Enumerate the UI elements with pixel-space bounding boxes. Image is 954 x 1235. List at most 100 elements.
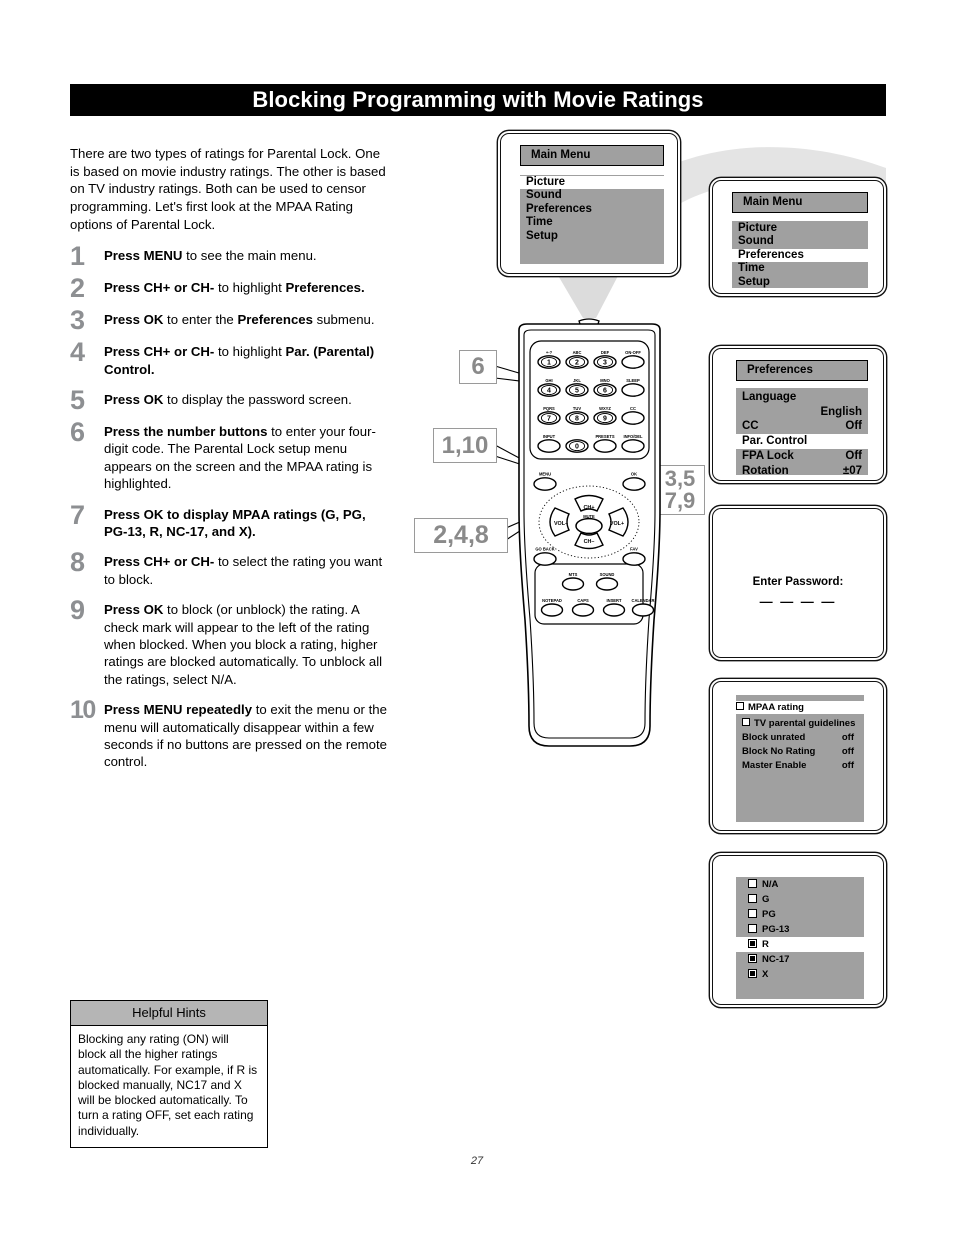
checkbox-checked-icon[interactable]: [748, 954, 757, 963]
osd-preference-row[interactable]: Language: [736, 390, 868, 405]
osd-rating-row[interactable]: PG: [736, 907, 864, 922]
osd-menu-item[interactable]: Sound: [520, 189, 664, 202]
remote-key-sound[interactable]: SOUND: [595, 572, 619, 591]
step-number: 10: [70, 696, 96, 725]
osd-rating-label: PG: [762, 909, 776, 920]
osd-mpaa-label-text: Master Enable: [742, 760, 807, 771]
manual-page: Blocking Programming with Movie Ratings …: [0, 0, 954, 1235]
osd-preference-row[interactable]: Par. Control: [736, 434, 868, 449]
osd-mpaa-row[interactable]: Block unrated off: [736, 731, 864, 745]
osd-rating-row[interactable]: X: [736, 967, 864, 982]
remote-key-notepad[interactable]: NOTEPAD: [540, 598, 564, 617]
osd-preference-row[interactable]: FPA Lock Off: [736, 449, 868, 464]
osd-preference-row[interactable]: CC Off: [736, 419, 868, 434]
tv-screen-ratings-list: N/A G PG PG-13 R NC-17 X: [712, 855, 884, 1005]
checkbox-icon[interactable]: [748, 924, 757, 933]
checkbox-checked-icon[interactable]: [748, 969, 757, 978]
step-item: 9 Press OK to block (or unblock) the rati…: [70, 595, 460, 688]
osd-rating-label: X: [762, 969, 769, 980]
osd-rating-row[interactable]: NC-17: [736, 952, 864, 967]
remote-key-label: DEF: [601, 350, 610, 355]
osd-menu-item-label: Picture: [526, 176, 565, 188]
osd-menu-item[interactable]: Setup: [520, 230, 664, 243]
osd-rating-row[interactable]: G: [736, 892, 864, 907]
step-text: Press MENU to see the main menu.: [104, 248, 317, 264]
checkbox-icon[interactable]: [748, 879, 757, 888]
checkbox-icon[interactable]: [748, 894, 757, 903]
page-title-bar: Blocking Programming with Movie Ratings: [70, 84, 886, 116]
checkbox-icon: [736, 702, 744, 710]
page-title: Blocking Programming with Movie Ratings: [252, 87, 704, 112]
checkbox-checked-icon[interactable]: [748, 939, 757, 948]
remote-dpad-left[interactable]: VOL–: [549, 507, 570, 537]
remote-key-insert[interactable]: INSERT: [602, 598, 626, 617]
remote-key-info-del[interactable]: INFO/DEL: [621, 434, 645, 453]
osd-menu-item[interactable]: Preferences: [520, 203, 664, 216]
remote-key-on-off[interactable]: ON-OFF: [621, 350, 645, 369]
osd-menu-item[interactable]: Sound: [732, 235, 868, 248]
osd-mpaa-row[interactable]: Master Enable off: [736, 759, 864, 773]
remote-key-label: CALENDAR: [632, 598, 655, 603]
tv-screen-main-menu-1: Main Menu Picture Sound Preferences Time Set…: [500, 133, 678, 274]
osd-menu-item[interactable]: Preferences: [732, 248, 868, 263]
step-number: 9: [70, 595, 85, 626]
password-prompt: Enter Password: — — — —: [718, 576, 878, 609]
remote-key-label: MTS: [569, 572, 578, 577]
remote-key-label: MUTE: [583, 514, 595, 519]
osd-menu-item[interactable]: Time: [520, 216, 664, 229]
osd-menu-item[interactable]: Picture: [520, 176, 664, 190]
remote-dpad-up[interactable]: CH+: [574, 494, 604, 512]
remote-key-presets[interactable]: PRESETS: [593, 434, 617, 453]
osd-mpaa-label: Master Enable: [742, 759, 806, 773]
remote-dpad-right[interactable]: VOL+: [608, 507, 629, 537]
osd-rating-row[interactable]: R: [736, 937, 864, 952]
osd-menu-item[interactable]: Time: [732, 262, 868, 275]
step-text: Press OK to block (or unblock) the ratin…: [104, 602, 383, 687]
step-item: 10 Press MENU repeatedly to exit the menu…: [70, 696, 460, 771]
osd-preference-row[interactable]: Rotation ±07: [736, 464, 868, 475]
osd-mpaa-value: off: [841, 746, 854, 757]
remote-key-0[interactable]: 0: [565, 439, 589, 453]
step-number: 4: [70, 337, 85, 368]
step-text: Press OK to display the password screen.: [104, 391, 352, 407]
osd-title-main-menu-1: Main Menu: [520, 145, 664, 166]
osd-mpaa-row[interactable]: Block No Rating off: [736, 745, 864, 759]
osd-rating-row[interactable]: N/A: [736, 877, 864, 892]
remote-key-label: ON-OFF: [625, 350, 641, 355]
remote-key-number: 5: [575, 388, 579, 395]
osd-menu-item-label: Preferences: [738, 248, 804, 261]
remote-key-label: TUV: [573, 406, 581, 411]
remote-key-number: 3: [603, 360, 607, 367]
osd-mpaa-row[interactable]: TV parental guidelines: [736, 717, 864, 731]
tv-screen-1-content: Main Menu Picture Sound Preferences Time Set…: [506, 139, 672, 268]
remote-dpad-label: CH+: [584, 505, 595, 511]
step-number: 8: [70, 547, 85, 578]
remote-dpad-down[interactable]: CH–: [574, 532, 604, 550]
osd-rating-row[interactable]: PG-13: [736, 922, 864, 937]
osd-list-main-menu-2: Picture Sound Preferences Time Setup: [732, 221, 868, 288]
osd-menu-item[interactable]: Picture: [732, 222, 868, 235]
checkbox-icon[interactable]: [748, 909, 757, 918]
osd-spacer: [736, 982, 864, 999]
osd-title-preferences: Preferences: [736, 360, 868, 381]
remote-key-go-back[interactable]: GO BACK: [533, 547, 557, 566]
remote-key-calendar[interactable]: CALENDAR: [632, 598, 655, 617]
remote-key-number: 8: [575, 416, 579, 423]
checkbox-icon[interactable]: [742, 718, 750, 726]
osd-menu-item[interactable]: Setup: [732, 276, 868, 288]
step-item: 2 Press CH+ or CH- to highlight Preferenc…: [70, 275, 460, 302]
remote-key-number: 4: [547, 388, 551, 395]
remote-key-label: INPUT: [543, 434, 556, 439]
remote-key-label: CC: [630, 406, 636, 411]
step-item: 8 Press CH+ or CH- to select the rating y…: [70, 547, 460, 588]
step-item: 3 Press OK to enter the Preferences subme…: [70, 307, 460, 334]
osd-menu-item-label: Setup: [738, 275, 770, 288]
step-text: Press CH+ or CH- to select the rating yo…: [104, 554, 383, 587]
tv-screen-5-content: MPAA rating TV parental guidelines Block …: [718, 687, 878, 825]
remote-dpad-label: CH–: [584, 539, 595, 545]
step-number: 5: [70, 384, 85, 415]
remote-key-label: OK: [631, 472, 637, 477]
remote-key-number: 1: [547, 360, 551, 367]
step-number: 1: [70, 241, 85, 272]
remote-key-label: MNO: [600, 378, 610, 383]
